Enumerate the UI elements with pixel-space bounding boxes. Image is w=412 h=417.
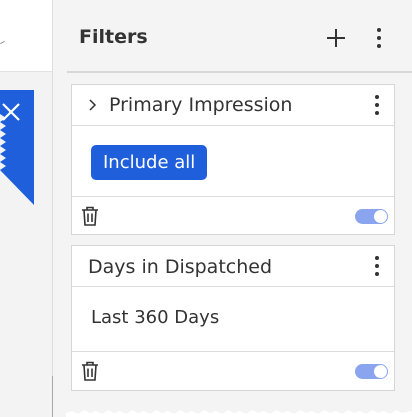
filter-card-body: Include all (72, 126, 394, 197)
toggle-knob (374, 365, 387, 378)
more-vertical-icon[interactable] (366, 255, 388, 277)
plus-icon[interactable] (324, 26, 348, 50)
torn-edge (66, 410, 412, 417)
filter-card-header[interactable]: Primary Impression (72, 85, 394, 126)
filter-value: Last 360 Days (91, 307, 220, 328)
filter-enabled-toggle[interactable] (355, 364, 388, 379)
canvas-toolbar-fragment (0, 0, 52, 72)
trash-icon[interactable] (80, 360, 100, 382)
panel-title: Filters (79, 26, 148, 48)
filter-card-primary-impression: Primary Impression Include all (71, 84, 395, 235)
include-all-button[interactable]: Include all (91, 145, 208, 180)
close-icon[interactable] (0, 100, 22, 124)
filter-card-title: Primary Impression (109, 94, 293, 116)
trash-icon[interactable] (80, 205, 100, 227)
chevron-right-icon[interactable] (86, 97, 100, 113)
filter-card-footer (72, 197, 394, 234)
more-vertical-icon[interactable] (366, 94, 388, 116)
canvas-tick-mark (0, 40, 5, 45)
filters-panel-header: Filters (67, 0, 412, 73)
more-vertical-icon[interactable] (367, 26, 391, 50)
report-canvas-strip (0, 0, 52, 417)
filter-card-header[interactable]: Days in Dispatched (72, 246, 394, 287)
filter-card-days-in-dispatched: Days in Dispatched Last 360 Days (71, 245, 395, 391)
filters-panel: Filters Primary Impression Include all D… (53, 0, 412, 417)
filter-card-footer (72, 352, 394, 389)
filter-enabled-toggle[interactable] (355, 209, 388, 224)
filter-card-body[interactable]: Last 360 Days (72, 287, 394, 352)
toggle-knob (374, 210, 387, 223)
filter-card-title: Days in Dispatched (88, 256, 273, 278)
